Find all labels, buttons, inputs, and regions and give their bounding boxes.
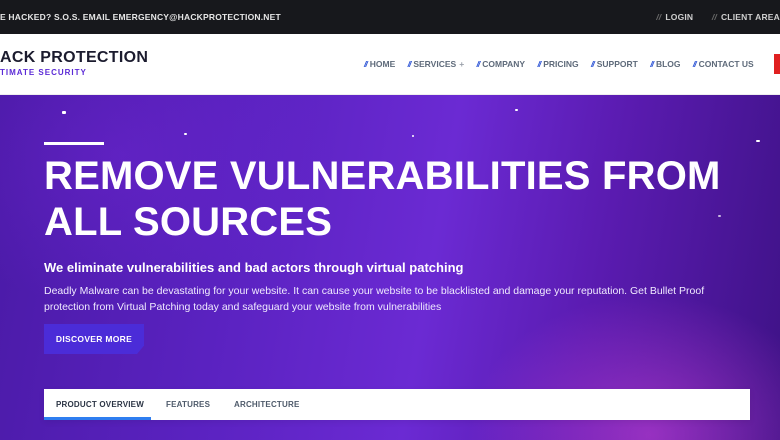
- nav-item-company[interactable]: //COMPANY: [477, 59, 526, 69]
- nav-item-home[interactable]: //HOME: [364, 59, 395, 69]
- hero-subtitle: We eliminate vulnerabilities and bad act…: [44, 260, 464, 275]
- top-links: //LOGIN //CLIENT AREA: [640, 12, 780, 22]
- nav-item-services[interactable]: //SERVICES +: [408, 59, 465, 69]
- hero-description: Deadly Malware can be devastating for yo…: [44, 285, 705, 313]
- nav-label: SERVICES: [413, 59, 457, 69]
- sparkle: [412, 135, 414, 137]
- slash-icon: //: [692, 59, 697, 69]
- product-tabs: PRODUCT OVERVIEW FEATURES ARCHITECTURE: [44, 389, 750, 420]
- sparkle: [756, 140, 760, 142]
- discover-more-button[interactable]: DISCOVER MORE: [44, 324, 144, 354]
- tab-architecture[interactable]: ARCHITECTURE: [234, 400, 300, 409]
- nav-label: COMPANY: [482, 59, 526, 69]
- login-label: LOGIN: [665, 12, 694, 22]
- tab-features[interactable]: FEATURES: [166, 400, 210, 409]
- active-tab-indicator: [44, 417, 151, 420]
- main-nav: //HOME //SERVICES + //COMPANY //PRICING /…: [364, 59, 764, 69]
- nav-label: HOME: [369, 59, 396, 69]
- nav-item-pricing[interactable]: //PRICING: [537, 59, 578, 69]
- emergency-alert-text: E HACKED? S.O.S. EMAIL EMERGENCY@HACKPRO…: [0, 12, 281, 22]
- site-header: ACK PROTECTION TIMATE SECURITY //HOME //…: [0, 34, 780, 95]
- top-bar: E HACKED? S.O.S. EMAIL EMERGENCY@HACKPRO…: [0, 0, 780, 34]
- sparkle: [515, 109, 518, 111]
- slash-icon: //: [407, 59, 412, 69]
- slash-icon: //: [537, 59, 541, 69]
- tab-product-overview[interactable]: PRODUCT OVERVIEW: [56, 400, 144, 409]
- hero-title: REMOVE VULNERABILITIES FROM ALL SOURCES: [44, 154, 721, 244]
- client-area-link[interactable]: //CLIENT AREA: [712, 12, 780, 22]
- plus-icon: +: [459, 59, 465, 69]
- logo-tagline: TIMATE SECURITY: [0, 68, 87, 77]
- slash-icon: //: [364, 59, 368, 69]
- nav-label: BLOG: [655, 59, 681, 69]
- slash-icon: //: [650, 59, 654, 69]
- nav-label: SUPPORT: [596, 59, 638, 69]
- slash-icon: //: [711, 12, 717, 22]
- client-area-label: CLIENT AREA: [720, 12, 780, 22]
- sparkle: [62, 111, 66, 114]
- nav-label: PRICING: [543, 59, 579, 69]
- slash-icon: //: [591, 59, 595, 69]
- slash-icon: //: [656, 12, 662, 22]
- nav-label: CONTACT US: [698, 59, 754, 69]
- header-cta-edge[interactable]: [774, 54, 780, 74]
- login-link[interactable]: //LOGIN: [656, 12, 693, 22]
- sparkle: [184, 133, 187, 135]
- nav-item-support[interactable]: //SUPPORT: [591, 59, 638, 69]
- logo-name[interactable]: ACK PROTECTION: [0, 49, 148, 67]
- slash-icon: //: [476, 59, 481, 69]
- nav-item-contact-us[interactable]: //CONTACT US: [693, 59, 754, 69]
- nav-item-blog[interactable]: //BLOG: [650, 59, 680, 69]
- title-accent-line: [44, 142, 104, 145]
